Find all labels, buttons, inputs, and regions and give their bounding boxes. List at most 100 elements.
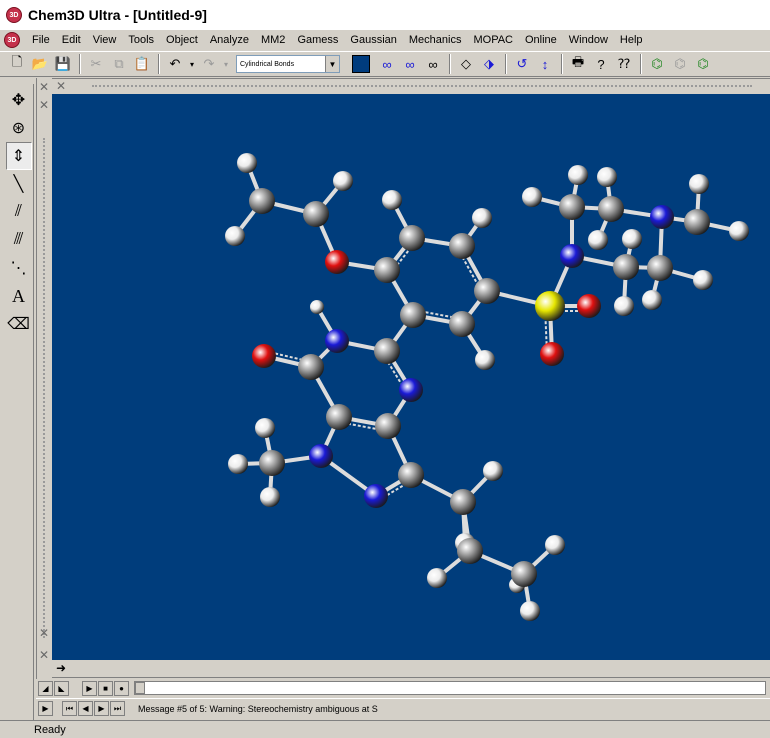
atom-h[interactable] [225,226,245,246]
model-canvas[interactable] [52,94,770,660]
atom-h[interactable] [310,300,324,314]
atom-o[interactable] [252,344,276,368]
atom-o[interactable] [577,294,601,318]
online-search-icon[interactable]: ⌬ [646,53,668,75]
chevron-down-icon[interactable]: ▼ [325,56,339,72]
chem3d-app-icon[interactable]: 3D [6,7,22,23]
atom-o[interactable] [540,342,564,366]
model-box-icon[interactable]: ◇ [455,53,477,75]
atom-c[interactable] [613,254,639,280]
menu-tools[interactable]: Tools [122,31,160,49]
background-color-swatch[interactable] [352,55,370,73]
menu-gaussian[interactable]: Gaussian [344,31,402,49]
menu-edit[interactable]: Edit [56,31,87,49]
save-icon[interactable]: 💾 [52,53,74,75]
help-icon[interactable]: ? [590,53,612,75]
double-bond-tool-icon[interactable]: ⫽ [6,198,32,226]
x-rotation-bar[interactable]: ✕ [52,78,770,94]
atom-o[interactable] [325,250,349,274]
print-icon[interactable]: 🖶 [567,53,589,75]
atom-c[interactable] [647,255,673,281]
atom-h[interactable] [689,174,709,194]
atom-h[interactable] [472,208,492,228]
menu-object[interactable]: Object [160,31,204,49]
atom-h[interactable] [588,230,608,250]
single-bond-tool-icon[interactable]: ╲ [6,170,32,198]
stereo-pair-icon[interactable]: ∞ [376,53,398,75]
record-icon[interactable]: ● [114,680,129,696]
atom-h[interactable] [642,290,662,310]
atom-h[interactable] [255,418,275,438]
atom-c[interactable] [398,462,424,488]
undo-dropdown-icon[interactable]: ▾ [187,53,197,75]
message-last-icon[interactable]: ⏭ [110,701,125,716]
atom-h[interactable] [522,187,542,207]
atom-h[interactable] [693,270,713,290]
atom-h[interactable] [545,535,565,555]
context-help-icon[interactable]: ⁇ [613,53,635,75]
message-play-icon[interactable]: ▶ [38,701,53,716]
copy-icon[interactable]: ⧉ [108,53,130,75]
stereo-cross-icon[interactable]: ∞ [422,53,444,75]
rotate-z-icon[interactable]: ↺ [511,53,533,75]
eraser-tool-icon[interactable]: ⌫ [6,310,32,338]
atom-c[interactable] [449,233,475,259]
atom-c[interactable] [399,225,425,251]
atom-n[interactable] [309,444,333,468]
menu-online[interactable]: Online [519,31,563,49]
menu-gamess[interactable]: Gamess [291,31,344,49]
atom-c[interactable] [450,489,476,515]
select-tool-icon[interactable]: ✥ [6,86,32,114]
atom-h[interactable] [729,221,749,241]
atom-h[interactable] [475,350,495,370]
atom-c[interactable] [374,257,400,283]
undo-icon[interactable]: ↶ [164,53,186,75]
movie-last-icon[interactable]: ◣ [54,680,69,696]
atom-h[interactable] [483,461,503,481]
atom-c[interactable] [449,311,475,337]
rotate-tool-icon[interactable]: ⊛ [6,114,32,142]
menu-window[interactable]: Window [563,31,614,49]
redo-icon[interactable]: ↷ [198,53,220,75]
stop-icon[interactable]: ■ [98,680,113,696]
atom-h[interactable] [568,165,588,185]
atom-h[interactable] [228,454,248,474]
movie-slider[interactable] [134,681,766,695]
atom-h[interactable] [597,167,617,187]
atom-h[interactable] [622,229,642,249]
atom-c[interactable] [598,196,624,222]
bond-display-select[interactable]: Cylindrical Bonds ▼ [236,55,340,73]
atom-n[interactable] [560,244,584,268]
dashed-bond-tool-icon[interactable]: ⋱ [6,254,32,282]
atom-c[interactable] [457,538,483,564]
atom-h[interactable] [427,568,447,588]
molecule-view[interactable] [52,94,770,660]
document-icon[interactable]: 3D [4,32,20,48]
new-icon[interactable]: 🗋 [6,53,28,75]
online-icon-b[interactable]: ⌬ [669,53,691,75]
atom-c[interactable] [326,404,352,430]
atom-c[interactable] [511,561,537,587]
atom-n[interactable] [364,484,388,508]
menu-mm2[interactable]: MM2 [255,31,291,49]
movie-first-icon[interactable]: ◢ [38,680,53,696]
model-axes-icon[interactable]: ⬗ [478,53,500,75]
redo-dropdown-icon[interactable]: ▾ [221,53,231,75]
atom-h[interactable] [614,296,634,316]
open-icon[interactable]: 📂 [29,53,51,75]
online-icon-c[interactable]: ⌬ [692,53,714,75]
text-tool-icon[interactable]: A [6,282,32,310]
atom-n[interactable] [650,205,674,229]
message-prev-icon[interactable]: ◀ [78,701,93,716]
atom-c[interactable] [303,201,329,227]
message-next-icon[interactable]: ▶ [94,701,109,716]
atom-h[interactable] [333,171,353,191]
play-icon[interactable]: ▶ [82,680,97,696]
atom-c[interactable] [298,354,324,380]
atom-h[interactable] [237,153,257,173]
movie-slider-thumb[interactable] [135,682,145,694]
menu-analyze[interactable]: Analyze [204,31,255,49]
atom-n[interactable] [325,329,349,353]
atom-s[interactable] [535,291,565,321]
atom-c[interactable] [684,209,710,235]
